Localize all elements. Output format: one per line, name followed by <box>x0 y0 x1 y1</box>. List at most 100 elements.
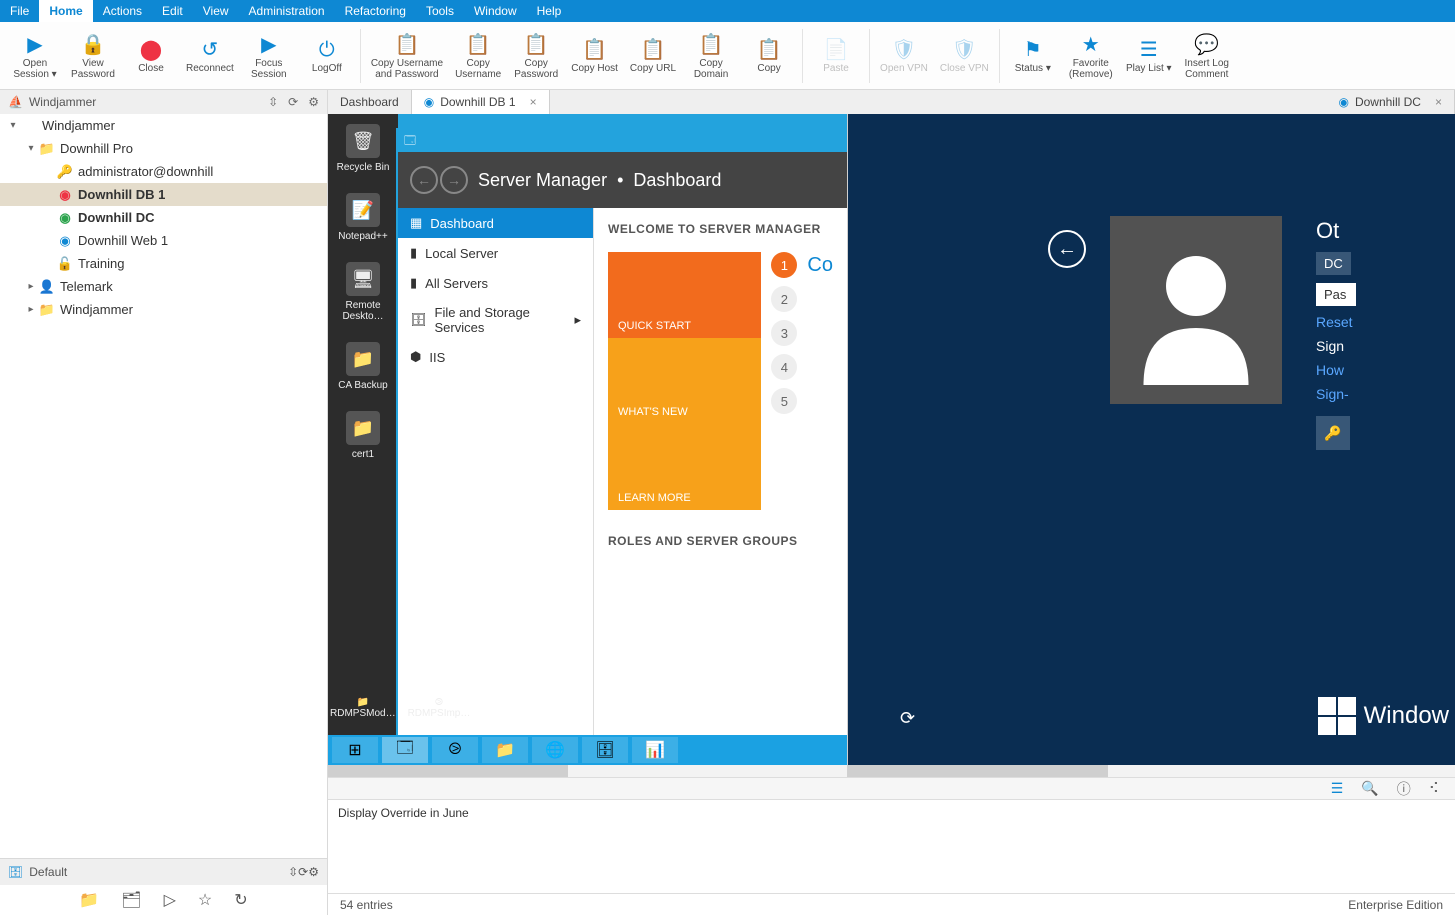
tree-windjammer[interactable]: ▾Windjammer <box>0 114 327 137</box>
remote-desktop[interactable]: 🗑Recycle Bin 📝Notepad++ 🖥Remote Deskto… 📁CA… <box>328 114 847 765</box>
desktop-rdmpsimp-[interactable]: ⧁RDMPSImp… <box>408 697 471 719</box>
ribbon-status-[interactable]: ⚑Status ▾ <box>1004 35 1062 76</box>
star-icon[interactable]: ☆ <box>198 890 212 910</box>
sm-nav-dashboard[interactable]: ▦Dashboard <box>398 208 593 238</box>
ribbon-close[interactable]: ⬤Close <box>122 35 180 76</box>
menu-administration[interactable]: Administration <box>239 0 335 22</box>
ribbon-view-password[interactable]: 🔒ViewPassword <box>64 30 122 82</box>
ribbon-copy-domain[interactable]: 📋CopyDomain <box>682 30 740 82</box>
sm-welcome: WELCOME TO SERVER MANAGER <box>608 222 833 236</box>
sm-tile-quickstart[interactable]: QUICK START <box>608 252 761 338</box>
sm-title: Server Manager <box>478 170 607 191</box>
menu-edit[interactable]: Edit <box>152 0 193 22</box>
ribbon-play-list-[interactable]: ☰Play List ▾ <box>1120 35 1178 76</box>
tree-administrator-downhill[interactable]: 🔑administrator@downhill <box>0 160 327 183</box>
vault-refresh-icon[interactable]: ⟳ <box>298 865 308 879</box>
zoom-icon[interactable]: 🔍 <box>1361 780 1378 797</box>
tree-training[interactable]: 🔓Training <box>0 252 327 275</box>
close-icon[interactable]: × <box>530 95 537 109</box>
vault-selector[interactable]: 🗄 Default ⇳ ⟳ ⚙ <box>0 859 327 885</box>
tb-chrome[interactable]: 🌐 <box>532 737 578 763</box>
ribbon-copy-url[interactable]: 📋Copy URL <box>624 35 682 76</box>
ribbon-copy-password[interactable]: 📋CopyPassword <box>507 30 565 82</box>
status-edition: Enterprise Edition <box>1348 898 1443 912</box>
hscroll-sess1[interactable] <box>328 765 847 777</box>
play-icon[interactable]: ▷ <box>164 890 176 910</box>
list-icon[interactable]: ☰ <box>1331 780 1344 797</box>
sm-step1-label[interactable]: Co <box>807 254 833 277</box>
folder-icon[interactable]: 📁 <box>79 890 99 910</box>
desktop-rdmpsmod-[interactable]: 📁RDMPSMod… <box>330 697 396 719</box>
login-link-reset[interactable]: Reset <box>1316 314 1356 330</box>
desktop-recycle-bin[interactable]: 🗑Recycle Bin <box>330 124 396 173</box>
sm-fwd-icon[interactable]: → <box>440 166 468 194</box>
menu-refactoring[interactable]: Refactoring <box>335 0 416 22</box>
ease-of-access-icon[interactable]: ⟳ <box>900 708 915 729</box>
info-icon[interactable]: ⓘ <box>1397 779 1411 799</box>
close-icon[interactable]: × <box>1435 95 1442 109</box>
sm-tile-learnmore[interactable]: LEARN MORE <box>608 424 761 510</box>
login-link-sign[interactable]: Sign <box>1316 338 1356 354</box>
history-icon[interactable]: ↻ <box>234 890 247 910</box>
menu-file[interactable]: File <box>0 0 39 22</box>
menu-home[interactable]: Home <box>39 0 92 22</box>
sidebar-settings-icon[interactable]: ⚙ <box>308 95 319 109</box>
menu-view[interactable]: View <box>193 0 239 22</box>
menu-window[interactable]: Window <box>464 0 527 22</box>
windows-login[interactable]: ← Ot DC Pas Reset Sign How Sign- 🔑 ⟳ <box>848 114 1455 765</box>
ribbon-reconnect[interactable]: ↺Reconnect <box>180 35 240 76</box>
ribbon-logoff[interactable]: ⏻LogOff <box>298 35 356 76</box>
desktop-ca-backup[interactable]: 📁CA Backup <box>330 342 396 391</box>
log-panel: Display Override in June <box>328 799 1455 893</box>
sidebar-refresh-icon[interactable]: ⟳ <box>288 95 298 109</box>
menu-tools[interactable]: Tools <box>416 0 464 22</box>
ribbon-insert-log-comment[interactable]: 💬Insert LogComment <box>1178 30 1236 82</box>
tree-windjammer[interactable]: ▸📁Windjammer <box>0 298 327 321</box>
ribbon-favorite-remove-[interactable]: ★Favorite(Remove) <box>1062 30 1120 82</box>
login-back-icon[interactable]: ← <box>1048 230 1086 268</box>
desktop-cert-[interactable]: 📁cert1 <box>330 411 396 460</box>
login-link-how[interactable]: How <box>1316 362 1356 378</box>
ribbon-copy-username-and-password[interactable]: 📋Copy Usernameand Password <box>365 30 449 82</box>
stack-icon[interactable]: 🗂 <box>121 890 141 910</box>
sm-nav-iis[interactable]: ⬢IIS <box>398 342 593 372</box>
ribbon-close-vpn: 🛡Close VPN <box>934 35 995 76</box>
tb-app1[interactable]: 🗄 <box>582 737 628 763</box>
tb-app2[interactable]: 📊 <box>632 737 678 763</box>
tab-dashboard[interactable]: Dashboard <box>328 90 412 114</box>
login-key-tile[interactable]: 🔑 <box>1316 416 1350 450</box>
tree-downhill-dc[interactable]: ◉Downhill DC <box>0 206 327 229</box>
tb-powershell[interactable]: ⧁ <box>432 737 478 763</box>
sm-nav-all-servers[interactable]: ▮All Servers <box>398 268 593 298</box>
desktop-notepad-[interactable]: 📝Notepad++ <box>330 193 396 242</box>
tb-servermgr[interactable]: 🗔 <box>382 737 428 763</box>
ribbon-copy[interactable]: 📋Copy <box>740 35 798 76</box>
sm-nav-file-and-storage-services[interactable]: 🗄File and Storage Services▸ <box>398 298 593 342</box>
sm-tile-whatsnew[interactable]: WHAT'S NEW <box>608 338 761 424</box>
ribbon-copy-username[interactable]: 📋CopyUsername <box>449 30 507 82</box>
vault-collapse-icon[interactable]: ⇳ <box>288 865 298 879</box>
tree-downhill-web-1[interactable]: ◉Downhill Web 1 <box>0 229 327 252</box>
tree-telemark[interactable]: ▸👤Telemark <box>0 275 327 298</box>
ribbon-focus-session[interactable]: ▶FocusSession <box>240 30 298 82</box>
tab-downhill-db-1[interactable]: ◉Downhill DB 1× <box>412 90 550 114</box>
vault-settings-icon[interactable]: ⚙ <box>308 865 319 879</box>
menu-actions[interactable]: Actions <box>93 0 152 22</box>
tb-explorer[interactable]: 📁 <box>482 737 528 763</box>
share-icon[interactable]: ⠪ <box>1429 780 1439 797</box>
tree-downhill-db-1[interactable]: ◉Downhill DB 1 <box>0 183 327 206</box>
tab-downhill-dc[interactable]: ◉Downhill DC× <box>1326 90 1455 114</box>
hscroll-sess2[interactable] <box>848 765 1455 777</box>
sidebar-collapse-icon[interactable]: ⇳ <box>268 95 278 109</box>
tree-downhill-pro[interactable]: ▾📁Downhill Pro <box>0 137 327 160</box>
ribbon-open-session-[interactable]: ▶OpenSession ▾ <box>6 30 64 82</box>
login-domain-chip[interactable]: DC <box>1316 252 1351 275</box>
sm-nav-local-server[interactable]: ▮Local Server <box>398 238 593 268</box>
menu-help[interactable]: Help <box>527 0 572 22</box>
desktop-remote-deskto-[interactable]: 🖥Remote Deskto… <box>330 262 396 322</box>
login-link-signopt[interactable]: Sign- <box>1316 386 1356 402</box>
tb-start[interactable]: ⊞ <box>332 737 378 763</box>
ribbon-copy-host[interactable]: 📋Copy Host <box>565 35 624 76</box>
login-password-field[interactable]: Pas <box>1316 283 1356 306</box>
sm-back-icon[interactable]: ← <box>410 166 438 194</box>
